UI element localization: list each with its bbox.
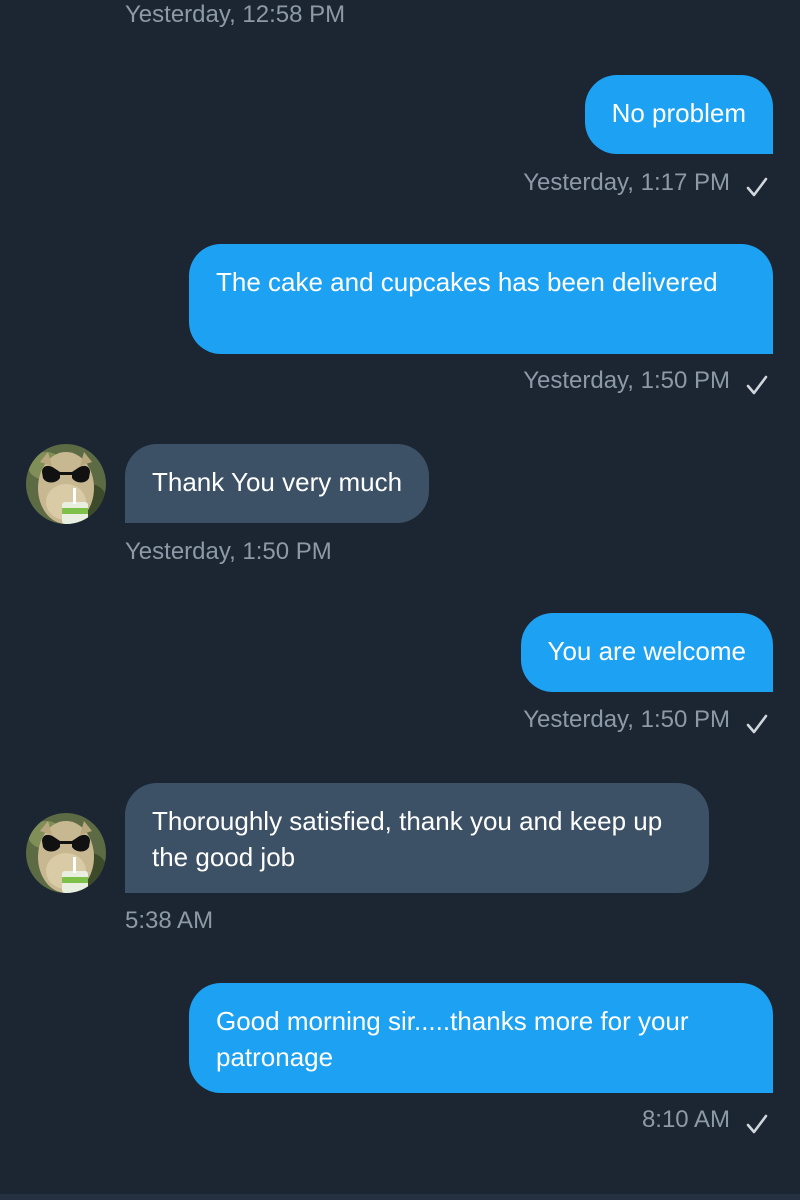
check-icon — [746, 714, 768, 734]
outgoing-message-bubble[interactable]: No problem — [584, 75, 773, 154]
composer-divider — [0, 1194, 800, 1200]
llama-avatar[interactable] — [26, 813, 106, 893]
outgoing-message-bubble[interactable]: Good morning sir.....thanks more for you… — [189, 983, 773, 1093]
check-icon — [746, 375, 768, 395]
message-text: No problem — [611, 98, 746, 128]
message-text: The cake and cupcakes has been delivered — [216, 267, 718, 297]
message-timestamp: Yesterday, 1:50 PM — [523, 367, 730, 394]
llama-avatar[interactable] — [26, 444, 106, 524]
message-timestamp: 8:10 AM — [641, 1106, 730, 1133]
check-icon — [746, 1114, 768, 1134]
message-timestamp: Yesterday, 1:50 PM — [125, 538, 332, 565]
message-timestamp: Yesterday, 1:50 PM — [523, 706, 730, 733]
message-timestamp: Yesterday, 1:17 PM — [523, 169, 730, 196]
outgoing-message-bubble[interactable]: The cake and cupcakes has been delivered — [189, 244, 773, 354]
message-text: Thoroughly satisfied, thank you and keep… — [152, 806, 663, 872]
incoming-message-bubble[interactable]: Thoroughly satisfied, thank you and keep… — [125, 783, 709, 893]
outgoing-message-bubble[interactable]: You are welcome — [520, 613, 773, 692]
message-text: Good morning sir.....thanks more for you… — [216, 1006, 689, 1072]
message-text: Thank You very much — [152, 467, 403, 497]
message-text: You are welcome — [547, 636, 747, 666]
check-icon — [746, 177, 768, 197]
message-timestamp: Yesterday, 12:58 PM — [125, 1, 346, 28]
incoming-message-bubble[interactable]: Thank You very much — [125, 444, 430, 523]
message-timestamp: 5:38 AM — [125, 907, 214, 934]
